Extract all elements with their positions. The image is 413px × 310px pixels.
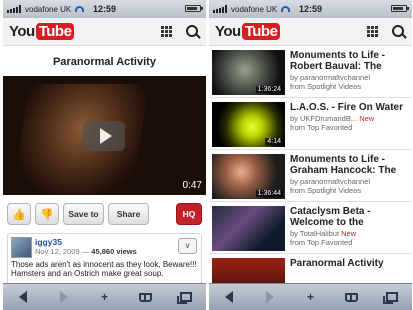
- youtube-header: You Tube: [3, 18, 206, 46]
- video-item-title[interactable]: Paranormal Activity: [290, 258, 384, 269]
- forward-button[interactable]: [260, 289, 280, 305]
- video-item-author: by paranormaltvchannel: [290, 73, 371, 82]
- video-title: Paranormal Activity: [53, 56, 156, 68]
- right-phone-screen: vodafone UK 12:59 You Tube 1:36:24 Monum…: [209, 0, 412, 310]
- avatar[interactable]: [11, 237, 32, 258]
- list-item[interactable]: 1:36:24 Monuments to Life - Robert Bauva…: [209, 46, 412, 98]
- battery-icon: [185, 5, 203, 12]
- browser-toolbar: +: [3, 283, 206, 310]
- bookmarks-button[interactable]: [135, 289, 155, 305]
- thumbnail-duration: 1:36:44: [255, 190, 283, 197]
- video-list: 1:36:24 Monuments to Life - Robert Bauva…: [209, 46, 412, 306]
- new-badge: New: [341, 229, 357, 238]
- new-badge: New: [359, 114, 375, 123]
- video-player[interactable]: 0:47: [3, 76, 206, 195]
- video-item-source: from Spotlight Videos: [290, 186, 362, 195]
- hq-button[interactable]: HQ: [176, 203, 202, 225]
- logo-you: You: [9, 23, 35, 40]
- logo-tube: Tube: [35, 23, 75, 40]
- chevron-down-icon[interactable]: ∨: [178, 238, 197, 254]
- bookmarks-button[interactable]: [341, 289, 361, 305]
- thumbs-up-icon: 👍: [12, 208, 26, 221]
- add-bookmark-button[interactable]: +: [300, 289, 320, 305]
- back-arrow-icon: [19, 291, 28, 303]
- video-item-title[interactable]: L.A.O.S. - Fire On Water: [290, 102, 403, 113]
- status-bar: vodafone UK 12:59: [209, 0, 412, 18]
- list-item[interactable]: 4:14 L.A.O.S. - Fire On Water by UKFDrum…: [209, 98, 412, 150]
- wifi-icon: [281, 6, 291, 12]
- carrier-label: vodafone UK: [231, 4, 278, 14]
- video-frame: [13, 84, 149, 195]
- logo-you: You: [215, 23, 241, 40]
- list-item[interactable]: 1:36:44 Monuments to Life - Graham Hanco…: [209, 150, 412, 202]
- status-bar: vodafone UK 12:59: [3, 0, 206, 18]
- comment-meta: Nov 12, 2009 — 45,860 views: [11, 247, 198, 256]
- video-item-source: from Top Favorited: [290, 123, 353, 132]
- video-item-title[interactable]: Cataclysm Beta - Welcome to the: [290, 206, 409, 228]
- pages-icon: [382, 292, 398, 304]
- video-duration: 0:47: [182, 180, 202, 191]
- youtube-logo[interactable]: You Tube: [9, 23, 75, 40]
- comment-separator: —: [79, 247, 92, 256]
- save-to-button[interactable]: Save to: [63, 203, 104, 225]
- bookmarks-icon: [138, 292, 152, 302]
- dislike-button[interactable]: 👎: [35, 203, 59, 225]
- video-item-source: from Spotlight Videos: [290, 82, 362, 91]
- video-actions: 👍 👎 Save to Share HQ: [3, 195, 206, 229]
- author-name: by UKFDrumandB...: [290, 114, 358, 123]
- wifi-icon: [75, 6, 85, 12]
- pages-button[interactable]: [176, 289, 196, 305]
- search-icon[interactable]: [392, 24, 406, 39]
- forward-button[interactable]: [54, 289, 74, 305]
- bookmarks-icon: [344, 292, 358, 302]
- like-button[interactable]: 👍: [7, 203, 31, 225]
- video-item-source: from Top Favorited: [290, 238, 353, 247]
- signal-icon: [213, 5, 227, 13]
- play-icon[interactable]: [83, 121, 125, 151]
- forward-arrow-icon: [59, 291, 68, 303]
- carrier-label: vodafone UK: [25, 4, 72, 14]
- signal-icon: [7, 5, 21, 13]
- comment-date: Nov 12, 2009: [35, 247, 80, 256]
- video-thumbnail[interactable]: 4:14: [212, 102, 285, 147]
- grid-menu-icon[interactable]: [367, 26, 378, 37]
- add-bookmark-button[interactable]: +: [94, 289, 114, 305]
- author-name: by TotalHalibut: [290, 229, 340, 238]
- thumbs-down-icon: 👎: [40, 208, 54, 221]
- youtube-logo[interactable]: You Tube: [215, 23, 281, 40]
- list-item[interactable]: Cataclysm Beta - Welcome to the by Total…: [209, 202, 412, 254]
- comment-text: Those ads aren't as innocent as they loo…: [11, 260, 197, 278]
- video-item-author: by UKFDrumandB... New: [290, 114, 403, 123]
- video-item-author: by TotalHalibut New: [290, 229, 409, 238]
- battery-icon: [391, 5, 409, 12]
- back-arrow-icon: [225, 291, 234, 303]
- forward-arrow-icon: [265, 291, 274, 303]
- logo-tube: Tube: [241, 23, 281, 40]
- thumbnail-duration: 4:14: [265, 138, 283, 145]
- video-item-title[interactable]: Monuments to Life - Graham Hancock: The: [290, 154, 409, 176]
- video-thumbnail[interactable]: 1:36:44: [212, 154, 285, 199]
- browser-toolbar: +: [209, 283, 412, 310]
- pages-icon: [176, 292, 192, 304]
- comment-user[interactable]: iggy35: [11, 237, 198, 247]
- thumbnail-duration: 1:36:24: [255, 86, 283, 93]
- video-thumbnail[interactable]: 1:36:24: [212, 50, 285, 95]
- video-item-author: by paranormaltvchannel: [290, 177, 371, 186]
- grid-menu-icon[interactable]: [161, 26, 172, 37]
- share-button[interactable]: Share: [108, 203, 149, 225]
- video-item-title[interactable]: Monuments to Life - Robert Bauval: The: [290, 50, 409, 72]
- video-thumbnail[interactable]: [212, 206, 285, 251]
- view-count: 45,860 views: [91, 247, 137, 256]
- youtube-header: You Tube: [209, 18, 412, 46]
- pages-button[interactable]: [382, 289, 402, 305]
- back-button[interactable]: [13, 289, 33, 305]
- back-button[interactable]: [219, 289, 239, 305]
- search-icon[interactable]: [186, 24, 200, 39]
- left-phone-screen: vodafone UK 12:59 You Tube Paranormal Ac…: [3, 0, 206, 310]
